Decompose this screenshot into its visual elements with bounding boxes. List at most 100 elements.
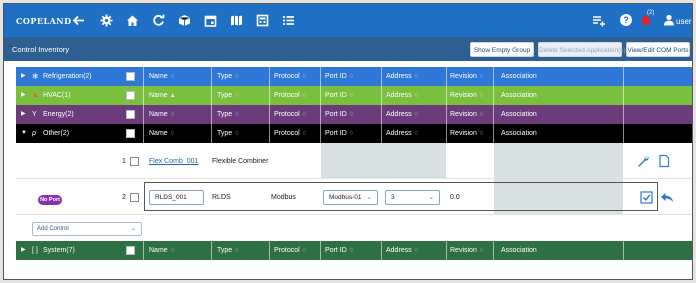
alarm-count: (2) [647,10,655,16]
name-input[interactable]: RLDS_001 [149,190,204,205]
column-header-protocol[interactable]: Protocol ♢ [274,86,307,105]
row-index: 2 [122,194,126,201]
row-checkbox[interactable] [130,193,139,202]
map-icon[interactable] [228,12,244,28]
column-header-protocol[interactable]: Protocol ♢ [274,105,307,124]
column-divider [269,124,270,143]
group-checkbox[interactable] [126,91,135,100]
back-arrow-icon[interactable] [70,12,86,28]
column-header-type[interactable]: Type ♢ [217,67,240,86]
expand-arrow-icon[interactable]: ▶ [21,86,26,105]
home-icon[interactable] [124,12,140,28]
chevron-down-icon: ⌄ [130,226,136,232]
collapse-arrow-icon[interactable]: ▼ [21,124,27,143]
snowflake-icon: ❄ [32,72,39,81]
chevron-down-icon: ⌄ [428,194,434,201]
table-row-editing: 2 RLDS_001 RLDS Modbus Modbus-01 ⌄ 3 ⌄ 0… [16,179,692,215]
address-select[interactable]: 3 ⌄ [385,190,440,205]
column-header-type[interactable]: Type ♢ [217,86,240,105]
expand-arrow-icon[interactable]: ▶ [21,241,26,260]
copy-document-icon[interactable] [656,153,672,169]
column-header-port-id[interactable]: Port ID ♢ [325,67,354,86]
row-index: 1 [122,158,126,165]
column-header-name[interactable]: Name ♢ [149,67,175,86]
column-header-port-id[interactable]: Port ID ♢ [325,124,354,143]
help-icon[interactable]: ? [618,12,634,28]
group-checkbox[interactable] [126,129,135,138]
group-row-hvac[interactable]: ▶ ▲ HVAC(1) Name ▲ Type ♢ Protocol ♢ Port I… [16,86,692,105]
column-header-protocol[interactable]: Protocol ♢ [274,124,307,143]
group-row-system[interactable]: ▶ [ ] System(7) Name ♢ Type ♢ Protocol ♢ Po… [16,241,692,260]
column-header-port-id[interactable]: Port ID ♢ [325,241,354,260]
expand-arrow-icon[interactable]: ▶ [21,105,26,124]
column-header-address[interactable]: Address ♢ [386,241,419,260]
column-header-address[interactable]: Address ♢ [386,124,419,143]
other-icon: ρ [32,130,37,137]
column-divider [211,241,212,260]
column-header-name[interactable]: Name ♢ [149,241,175,260]
calculator-icon[interactable] [254,12,270,28]
group-checkbox[interactable] [126,110,135,119]
column-header-revision[interactable]: Revision ♢ [450,86,484,105]
column-header-revision[interactable]: Revision ♢ [450,67,484,86]
hvac-flame-icon: ▲ [32,92,39,99]
user-label[interactable]: user [676,17,692,26]
column-divider [446,241,447,260]
column-divider [320,105,321,124]
group-checkbox[interactable] [126,246,135,255]
column-header-revision[interactable]: Revision ♢ [450,105,484,124]
column-header-name[interactable]: Name ♢ [149,124,175,143]
column-divider [269,241,270,260]
add-control-select[interactable]: Add Control ⌄ [32,222,142,236]
revision-value: 0.0 [450,194,460,201]
column-header-association: Association [501,92,537,99]
sub-header: Control Inventory Show Empty Group Delet… [4,37,692,61]
cube-icon[interactable] [176,12,192,28]
delete-selected-applications-button[interactable]: Delete Selected Application(s) [538,42,626,57]
column-header-type[interactable]: Type ♢ [217,241,240,260]
column-header-revision[interactable]: Revision ♢ [450,124,484,143]
view-edit-com-ports-button[interactable]: View/Edit COM Ports [626,42,690,57]
calendar-icon[interactable] [202,12,218,28]
control-name-link[interactable]: Flex Comb_001 [149,158,198,165]
brand-logo: COPELAND [16,16,72,26]
column-header-address[interactable]: Address ♢ [386,67,419,86]
energy-icon: Y [32,111,37,118]
column-divider [446,124,447,143]
column-header-port-id[interactable]: Port ID ♢ [325,86,354,105]
column-header-protocol[interactable]: Protocol ♢ [274,67,307,86]
column-header-protocol[interactable]: Protocol ♢ [274,241,307,260]
column-header-type[interactable]: Type ♢ [217,124,240,143]
group-row-refrigeration[interactable]: ▶ ❄ Refrigeration(2) Name ♢ Type ♢ Protoco… [16,67,692,86]
group-row-other[interactable]: ▼ ρ Other(2) Name ♢ Type ♢ Protocol ♢ Port … [16,124,692,143]
row-checkbox[interactable] [130,157,139,166]
port-id-select[interactable]: Modbus-01 ⌄ [323,190,378,205]
column-header-name[interactable]: Name ▲ [149,86,176,105]
column-divider [493,67,494,86]
undo-arrow-icon[interactable] [659,189,675,205]
column-divider [211,124,212,143]
column-divider [493,86,494,105]
group-label-energy: Energy(2) [43,111,74,118]
list-icon[interactable] [280,12,296,28]
group-row-energy[interactable]: ▶ Y Energy(2) Name ♢ Type ♢ Protocol ♢ Port… [16,105,692,124]
settings-gear-icon[interactable] [98,12,114,28]
column-header-address[interactable]: Address ♢ [386,86,419,105]
group-checkbox[interactable] [126,72,135,81]
column-header-address[interactable]: Address ♢ [386,105,419,124]
wrench-icon[interactable] [635,153,651,169]
expand-arrow-icon[interactable]: ▶ [21,67,26,86]
add-list-icon[interactable] [591,12,607,28]
column-header-port-id[interactable]: Port ID ♢ [325,105,354,124]
column-header-name[interactable]: Name ♢ [149,105,175,124]
save-check-icon[interactable] [638,189,654,205]
column-header-type[interactable]: Type ♢ [217,105,240,124]
column-divider [320,86,321,105]
association-cell [494,143,623,178]
refresh-icon[interactable] [150,12,166,28]
user-icon[interactable] [661,12,677,28]
column-header-revision[interactable]: Revision ♢ [450,241,484,260]
system-bracket-icon: [ ] [32,247,38,254]
show-empty-group-button[interactable]: Show Empty Group [470,42,534,57]
column-header-association: Association [501,247,537,254]
